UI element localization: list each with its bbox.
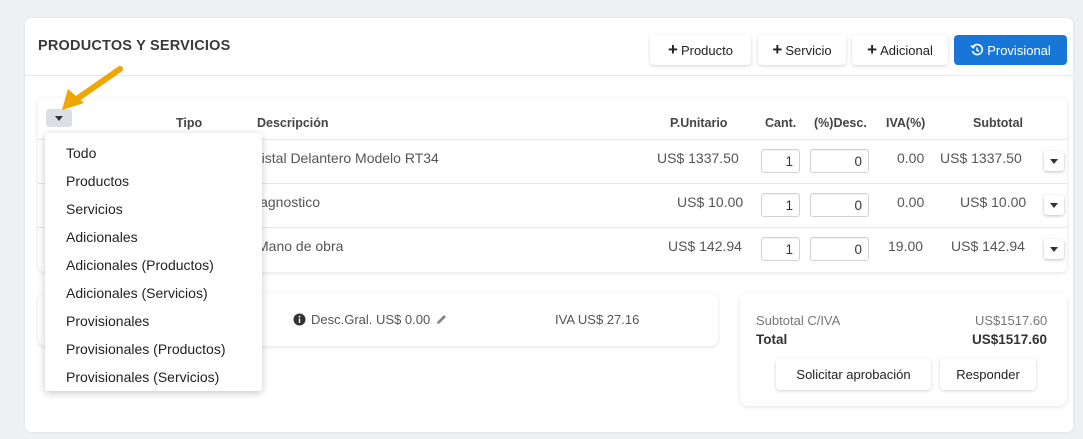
- quantity-input[interactable]: 1: [761, 193, 800, 217]
- quantity-input[interactable]: 1: [761, 237, 800, 261]
- row-unit-price: US$ 10.00: [677, 194, 744, 210]
- caret-down-icon: [1050, 202, 1058, 208]
- edit-pencil-icon[interactable]: [435, 313, 448, 326]
- info-icon: [293, 313, 306, 326]
- plus-icon: +: [668, 39, 678, 59]
- total-label: Total: [756, 332, 788, 347]
- row-iva: 0.00: [897, 194, 925, 210]
- row-subtotal: US$ 1337.50: [940, 150, 1022, 166]
- provisional-button[interactable]: Provisional: [954, 35, 1067, 65]
- column-header-iva: IVA(%): [886, 116, 926, 130]
- menu-item-adicionales-productos[interactable]: Adicionales (Productos): [66, 257, 214, 273]
- page-title: PRODUCTOS Y SERVICIOS: [38, 38, 231, 54]
- type-filter-menu: Todo Productos Servicios Adicionales Adi…: [45, 133, 262, 391]
- menu-item-provisionales-servicios[interactable]: Provisionales (Servicios): [66, 369, 219, 385]
- add-service-button[interactable]: + Servicio: [758, 35, 846, 65]
- discount-input[interactable]: 0: [810, 149, 869, 173]
- column-header-desc: (%)Desc.: [814, 116, 867, 130]
- menu-item-provisionales-productos[interactable]: Provisionales (Productos): [66, 341, 226, 357]
- subtotal-value: US$1517.60: [975, 313, 1048, 328]
- discount-input[interactable]: 0: [810, 193, 869, 217]
- add-additional-button[interactable]: + Adicional: [852, 35, 948, 65]
- general-discount: Desc.Gral. US$ 0.00: [293, 312, 448, 327]
- plus-icon: +: [867, 39, 878, 59]
- column-header-unitario: P.Unitario: [670, 116, 728, 130]
- row-unit-price: US$ 1337.50: [657, 150, 739, 166]
- total-value: US$1517.60: [972, 332, 1048, 347]
- row-actions-button[interactable]: [1044, 195, 1064, 215]
- row-description: ristal Delantero Modelo RT34: [257, 150, 439, 166]
- menu-item-provisionales[interactable]: Provisionales: [66, 313, 149, 329]
- row-subtotal: US$ 10.00: [960, 194, 1027, 210]
- caret-down-icon: [1050, 158, 1058, 164]
- add-product-button[interactable]: + Producto: [650, 35, 751, 65]
- row-description: Mano de obra: [257, 238, 344, 254]
- discount-input[interactable]: 0: [810, 237, 869, 261]
- quantity-input[interactable]: 1: [761, 149, 800, 173]
- subtotal-label: Subtotal C/IVA: [756, 313, 841, 328]
- row-actions-button[interactable]: [1044, 151, 1064, 171]
- row-iva: 0.00: [897, 150, 925, 166]
- request-approval-button[interactable]: Solicitar aprobación: [776, 358, 931, 390]
- row-actions-button[interactable]: [1044, 239, 1064, 259]
- caret-down-icon: [1050, 246, 1058, 252]
- column-header-subtotal: Subtotal: [973, 116, 1023, 130]
- respond-button[interactable]: Responder: [940, 358, 1036, 390]
- header-divider: [25, 75, 1073, 76]
- row-iva: 19.00: [888, 238, 924, 254]
- annotation-arrow-icon: [62, 66, 123, 110]
- menu-item-servicios[interactable]: Servicios: [66, 201, 123, 217]
- menu-item-todo[interactable]: Todo: [66, 145, 96, 161]
- history-icon: [970, 43, 984, 57]
- menu-item-productos[interactable]: Productos: [66, 173, 129, 189]
- iva-total: IVA US$ 27.16: [555, 312, 640, 327]
- column-header-descripcion: Descripción: [257, 116, 329, 130]
- row-description: iagnostico: [257, 194, 321, 210]
- column-header-cant: Cant.: [765, 116, 797, 130]
- column-header-tipo: Tipo: [176, 116, 203, 130]
- plus-icon: +: [772, 39, 783, 59]
- row-subtotal: US$ 142.94: [951, 238, 1025, 254]
- menu-item-adicionales[interactable]: Adicionales: [66, 229, 138, 245]
- caret-down-icon: [55, 115, 63, 121]
- row-unit-price: US$ 142.94: [668, 238, 742, 254]
- menu-item-adicionales-servicios[interactable]: Adicionales (Servicios): [66, 285, 208, 301]
